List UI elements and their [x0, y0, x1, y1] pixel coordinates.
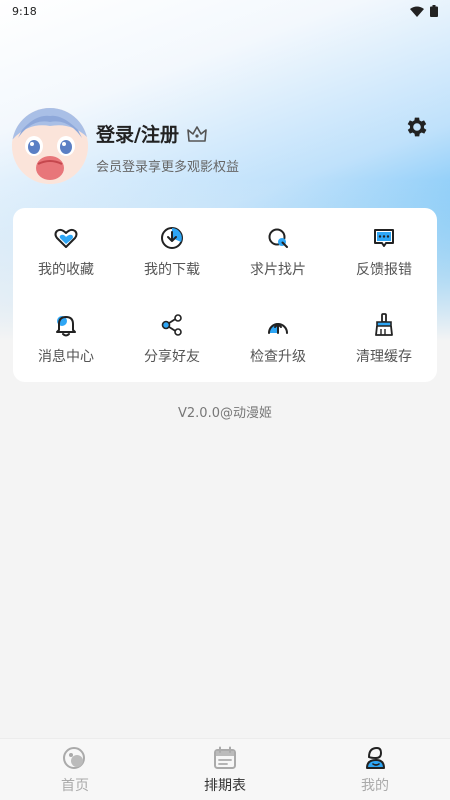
- status-bar: 9:18: [0, 0, 450, 22]
- nav-label: 首页: [61, 777, 89, 794]
- broom-icon: [375, 312, 393, 336]
- share-icon: [161, 313, 182, 336]
- anime-avatar-icon: [12, 108, 88, 184]
- heart-icon: [54, 228, 78, 248]
- menu-label: 我的下载: [144, 261, 200, 278]
- menu-label: 我的收藏: [38, 261, 94, 278]
- menu-label: 反馈报错: [356, 261, 412, 278]
- profile-icon: [366, 746, 385, 769]
- menu-item-clear-cache[interactable]: 清理缓存: [331, 295, 437, 382]
- menu-label: 求片找片: [250, 261, 306, 278]
- calendar-icon: [214, 746, 236, 769]
- upgrade-icon: [268, 322, 288, 334]
- search-film-icon: [268, 228, 288, 248]
- profile-header: 登录/注册 会员登录享更多观影权益: [12, 108, 438, 188]
- crown-icon: [187, 125, 207, 142]
- nav-label: 我的: [361, 777, 389, 794]
- nav-tab-home[interactable]: 首页: [0, 739, 150, 800]
- login-subtitle: 会员登录享更多观影权益: [96, 160, 240, 175]
- menu-label: 清理缓存: [356, 348, 412, 365]
- avatar[interactable]: [12, 108, 88, 184]
- status-time: 9:18: [12, 4, 37, 18]
- login-title-text: 登录/注册: [96, 124, 179, 146]
- login-register-link[interactable]: 登录/注册: [96, 120, 207, 147]
- menu-item-share[interactable]: 分享好友: [119, 295, 225, 382]
- settings-gear-icon[interactable]: [404, 114, 430, 140]
- wifi-icon: [410, 6, 424, 17]
- menu-item-favorites[interactable]: 我的收藏: [13, 208, 119, 295]
- nav-tab-schedule[interactable]: 排期表: [150, 739, 300, 800]
- bottom-nav: 首页 排期表 我的: [0, 738, 450, 800]
- menu-item-request[interactable]: 求片找片: [225, 208, 331, 295]
- nav-tab-mine[interactable]: 我的: [300, 739, 450, 800]
- menu-label: 分享好友: [144, 348, 200, 365]
- menu-label: 检查升级: [250, 348, 306, 365]
- nav-label: 排期表: [204, 777, 246, 794]
- menu-item-feedback[interactable]: 反馈报错: [331, 208, 437, 295]
- menu-item-downloads[interactable]: 我的下载: [119, 208, 225, 295]
- battery-icon: [430, 5, 438, 17]
- download-icon: [161, 226, 183, 249]
- home-icon: [63, 746, 85, 769]
- version-text: V2.0.0@动漫姬: [178, 406, 272, 421]
- bell-icon: [56, 315, 76, 336]
- feedback-icon: [374, 228, 394, 247]
- feature-card: 我的收藏 我的下载 求片找片 反馈报错 消息中心 分享好友 检查升级 清理缓存: [13, 208, 437, 382]
- menu-item-upgrade[interactable]: 检查升级: [225, 295, 331, 382]
- menu-item-messages[interactable]: 消息中心: [13, 295, 119, 382]
- menu-label: 消息中心: [38, 348, 94, 365]
